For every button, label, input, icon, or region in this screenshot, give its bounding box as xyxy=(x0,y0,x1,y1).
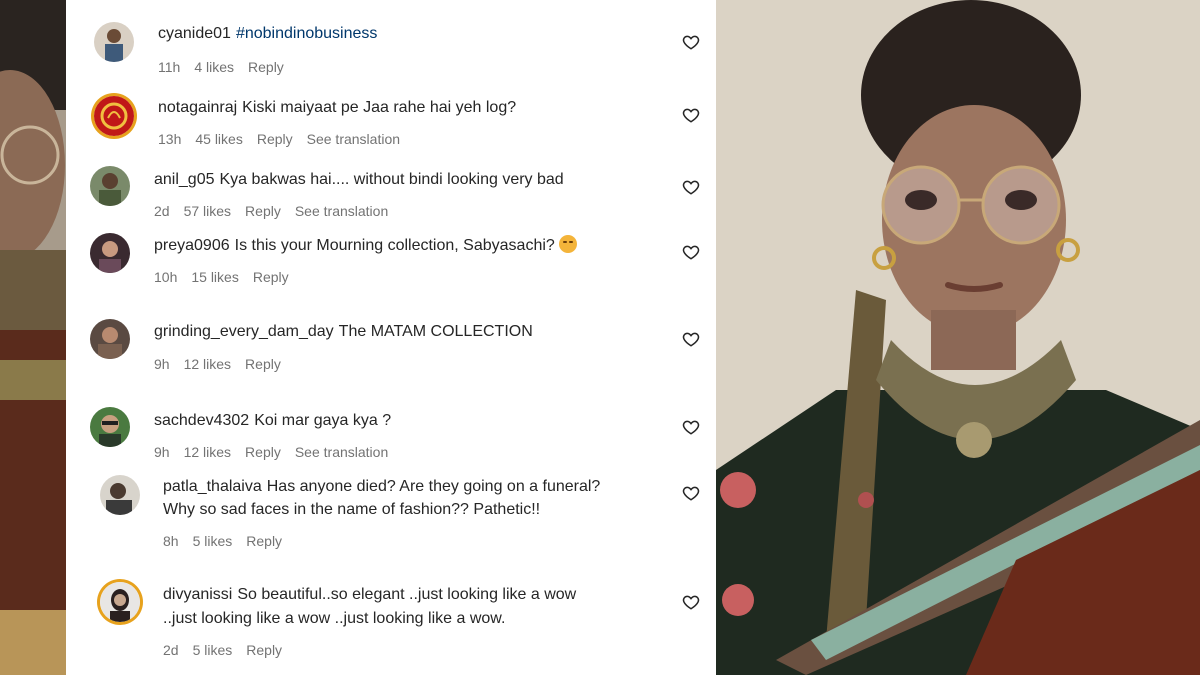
comment-text-continued: Why so sad faces in the name of fashion?… xyxy=(163,501,541,518)
comment-meta: 9h 12 likes Reply See translation xyxy=(154,443,402,461)
comment-text: cyanide01 #nobindinobusiness xyxy=(158,24,377,44)
comment-text: sachdev4302 Koi mar gaya kya ? xyxy=(154,411,391,431)
comment-text: divyanissi So beautiful..so elegant ..jus… xyxy=(163,585,576,605)
comment-body: Kya bakwas hai.... without bindi looking… xyxy=(219,171,564,188)
avatar[interactable] xyxy=(94,96,134,136)
comment-time: 10h xyxy=(154,269,178,285)
heart-outline-icon[interactable] xyxy=(682,330,700,348)
comment-meta: 8h 5 likes Reply xyxy=(163,532,296,550)
comment-text: notagainraj Kiski maiyaat pe Jaa rahe hai… xyxy=(158,98,516,118)
avatar[interactable] xyxy=(100,475,140,515)
comment-time: 13h xyxy=(158,131,182,147)
comment-body: Is this your Mourning collection, Sabyas… xyxy=(234,237,555,254)
comment-text: anil_g05 Kya bakwas hai.... without bindi… xyxy=(154,170,564,190)
heart-outline-icon[interactable] xyxy=(682,484,700,502)
heart-outline-icon[interactable] xyxy=(682,178,700,196)
comment-text-continued: ..just looking like a wow ..just looking… xyxy=(163,610,506,627)
hashtag-link[interactable]: #nobindinobusiness xyxy=(236,25,377,42)
heart-outline-icon[interactable] xyxy=(682,418,700,436)
avatar[interactable] xyxy=(90,319,130,359)
comment-likes[interactable]: 5 likes xyxy=(193,533,233,549)
comment-text: preya0906 Is this your Mourning collectio… xyxy=(154,235,577,256)
comment-time: 9h xyxy=(154,444,170,460)
comment-time: 9h xyxy=(154,356,170,372)
comment-text: patla_thalaiva Has anyone died? Are they … xyxy=(163,477,600,497)
comment-likes[interactable]: 5 likes xyxy=(193,642,233,658)
comment-time: 2d xyxy=(163,642,179,658)
avatar[interactable] xyxy=(90,233,130,273)
comment-meta: 10h 15 likes Reply xyxy=(154,268,303,286)
comment-time: 11h xyxy=(158,59,181,75)
comment-username[interactable]: cyanide01 xyxy=(158,25,231,42)
reply-button[interactable]: Reply xyxy=(248,59,284,75)
see-translation-link[interactable]: See translation xyxy=(295,444,388,460)
see-translation-link[interactable]: See translation xyxy=(295,203,388,219)
comment-time: 8h xyxy=(163,533,179,549)
comment-username[interactable]: divyanissi xyxy=(163,586,232,603)
reply-button[interactable]: Reply xyxy=(245,203,281,219)
reply-button[interactable]: Reply xyxy=(246,533,282,549)
comment-username[interactable]: anil_g05 xyxy=(154,171,215,188)
comment-username[interactable]: sachdev4302 xyxy=(154,412,249,429)
model-photo-right xyxy=(716,0,1200,675)
comment-body: Koi mar gaya kya ? xyxy=(254,412,392,429)
avatar[interactable] xyxy=(94,22,134,62)
comment-likes[interactable]: 57 likes xyxy=(184,203,231,219)
reply-button[interactable]: Reply xyxy=(246,642,282,658)
comment-body: Kiski maiyaat pe Jaa rahe hai yeh log? xyxy=(242,99,517,116)
comment-meta: 2d 57 likes Reply See translation xyxy=(154,202,402,220)
comment-username[interactable]: grinding_every_dam_day xyxy=(154,323,334,340)
heart-outline-icon[interactable] xyxy=(682,33,700,51)
comment-text: grinding_every_dam_day The MATAM COLLECTI… xyxy=(154,322,533,342)
reply-button[interactable]: Reply xyxy=(245,444,281,460)
comment-meta: 13h 45 likes Reply See translation xyxy=(158,130,414,148)
comment-body: So beautiful..so elegant ..just looking … xyxy=(237,586,577,603)
comment-meta: 2d 5 likes Reply xyxy=(163,641,296,659)
comment-time: 2d xyxy=(154,203,170,219)
comment-likes[interactable]: 45 likes xyxy=(195,131,242,147)
avatar[interactable] xyxy=(100,582,140,622)
see-translation-link[interactable]: See translation xyxy=(307,131,400,147)
reply-button[interactable]: Reply xyxy=(245,356,281,372)
model-photo-left xyxy=(0,0,66,675)
comment-likes[interactable]: 4 likes xyxy=(194,59,234,75)
reply-button[interactable]: Reply xyxy=(253,269,289,285)
comment-likes[interactable]: 15 likes xyxy=(191,269,238,285)
comment-meta: 11h 4 likes Reply xyxy=(158,58,298,76)
comment-body: Has anyone died? Are they going on a fun… xyxy=(266,478,601,495)
comment-likes[interactable]: 12 likes xyxy=(184,356,231,372)
avatar[interactable] xyxy=(90,407,130,447)
avatar[interactable] xyxy=(90,166,130,206)
reply-button[interactable]: Reply xyxy=(257,131,293,147)
heart-outline-icon[interactable] xyxy=(682,243,700,261)
comments-panel: cyanide01 #nobindinobusiness 11h 4 likes Re… xyxy=(66,0,716,675)
comment-likes[interactable]: 12 likes xyxy=(184,444,231,460)
comment-meta: 9h 12 likes Reply xyxy=(154,355,295,373)
comment-body: The MATAM COLLECTION xyxy=(338,323,533,340)
heart-outline-icon[interactable] xyxy=(682,106,700,124)
comment-username[interactable]: preya0906 xyxy=(154,237,230,254)
comment-username[interactable]: patla_thalaiva xyxy=(163,478,262,495)
worried-face-emoji xyxy=(558,235,577,253)
comment-username[interactable]: notagainraj xyxy=(158,99,237,116)
heart-outline-icon[interactable] xyxy=(682,593,700,611)
